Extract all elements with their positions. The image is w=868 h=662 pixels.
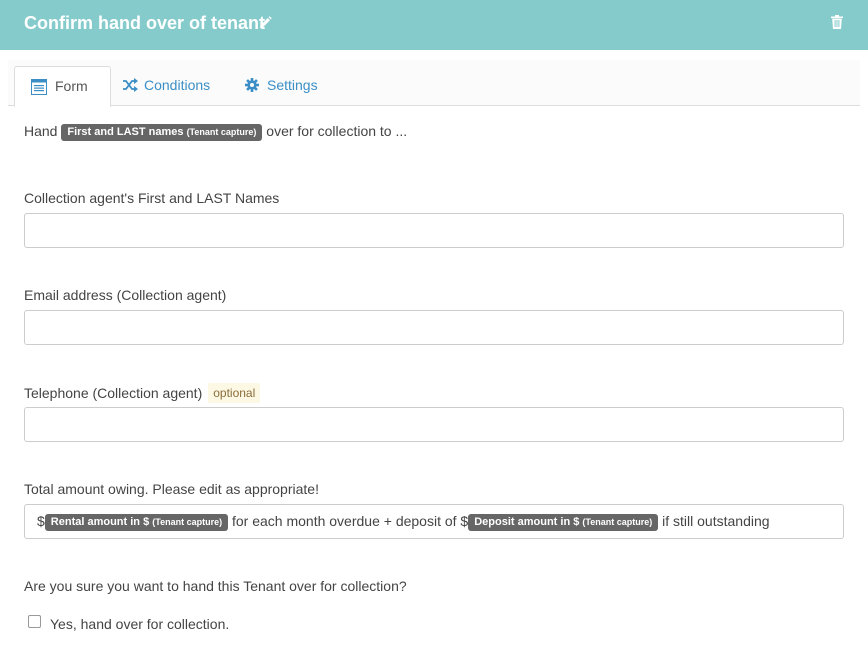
- gear-icon: [245, 78, 259, 92]
- tenant-name-tag: First and LAST names (Tenant capture): [61, 124, 263, 141]
- telephone-input[interactable]: [24, 407, 844, 442]
- intro-before: Hand: [24, 123, 58, 139]
- tab-settings[interactable]: Settings: [237, 66, 333, 106]
- trash-icon[interactable]: [831, 15, 843, 29]
- rental-amount-tag: Rental amount in $ (Tenant capture): [44, 514, 229, 531]
- tab-form[interactable]: Form: [14, 66, 111, 107]
- form-header: Confirm hand over of tenant: [0, 0, 868, 50]
- pencil-icon[interactable]: [258, 15, 272, 31]
- tab-bar: Form Conditions Settings: [8, 60, 860, 107]
- form-title: Confirm hand over of tenant: [24, 13, 266, 33]
- confirm-checkbox[interactable]: [28, 615, 41, 628]
- tab-settings-label: Settings: [267, 77, 318, 93]
- optional-badge: optional: [208, 383, 261, 403]
- amount-middle: for each month overdue + deposit of $: [232, 513, 469, 529]
- telephone-label: Telephone (Collection agent) optional: [24, 383, 261, 403]
- shuffle-icon: [123, 78, 138, 92]
- telephone-label-text: Telephone (Collection agent): [24, 385, 203, 401]
- amount-label: Total amount owing. Please edit as appro…: [24, 481, 319, 497]
- form-icon: [31, 79, 47, 95]
- deposit-amount-tag: Deposit amount in $ (Tenant capture): [468, 514, 659, 531]
- agent-name-label: Collection agent's First and LAST Names: [24, 190, 280, 206]
- tab-conditions-label: Conditions: [144, 77, 211, 93]
- amount-prefix: $: [37, 513, 45, 529]
- agent-name-input[interactable]: [24, 213, 844, 248]
- email-label: Email address (Collection agent): [24, 287, 227, 303]
- intro-text: Hand First and LAST names (Tenant captur…: [24, 121, 407, 141]
- amount-input[interactable]: $ Rental amount in $ (Tenant capture) for…: [24, 504, 844, 539]
- confirm-checkbox-label[interactable]: Yes, hand over for collection.: [50, 615, 229, 633]
- amount-suffix: if still outstanding: [662, 513, 770, 529]
- tab-form-label: Form: [55, 78, 88, 94]
- tab-conditions[interactable]: Conditions: [114, 66, 226, 106]
- confirm-question: Are you sure you want to hand this Tenan…: [24, 578, 407, 594]
- intro-after: over for collection to ...: [266, 123, 408, 139]
- email-input[interactable]: [24, 310, 844, 345]
